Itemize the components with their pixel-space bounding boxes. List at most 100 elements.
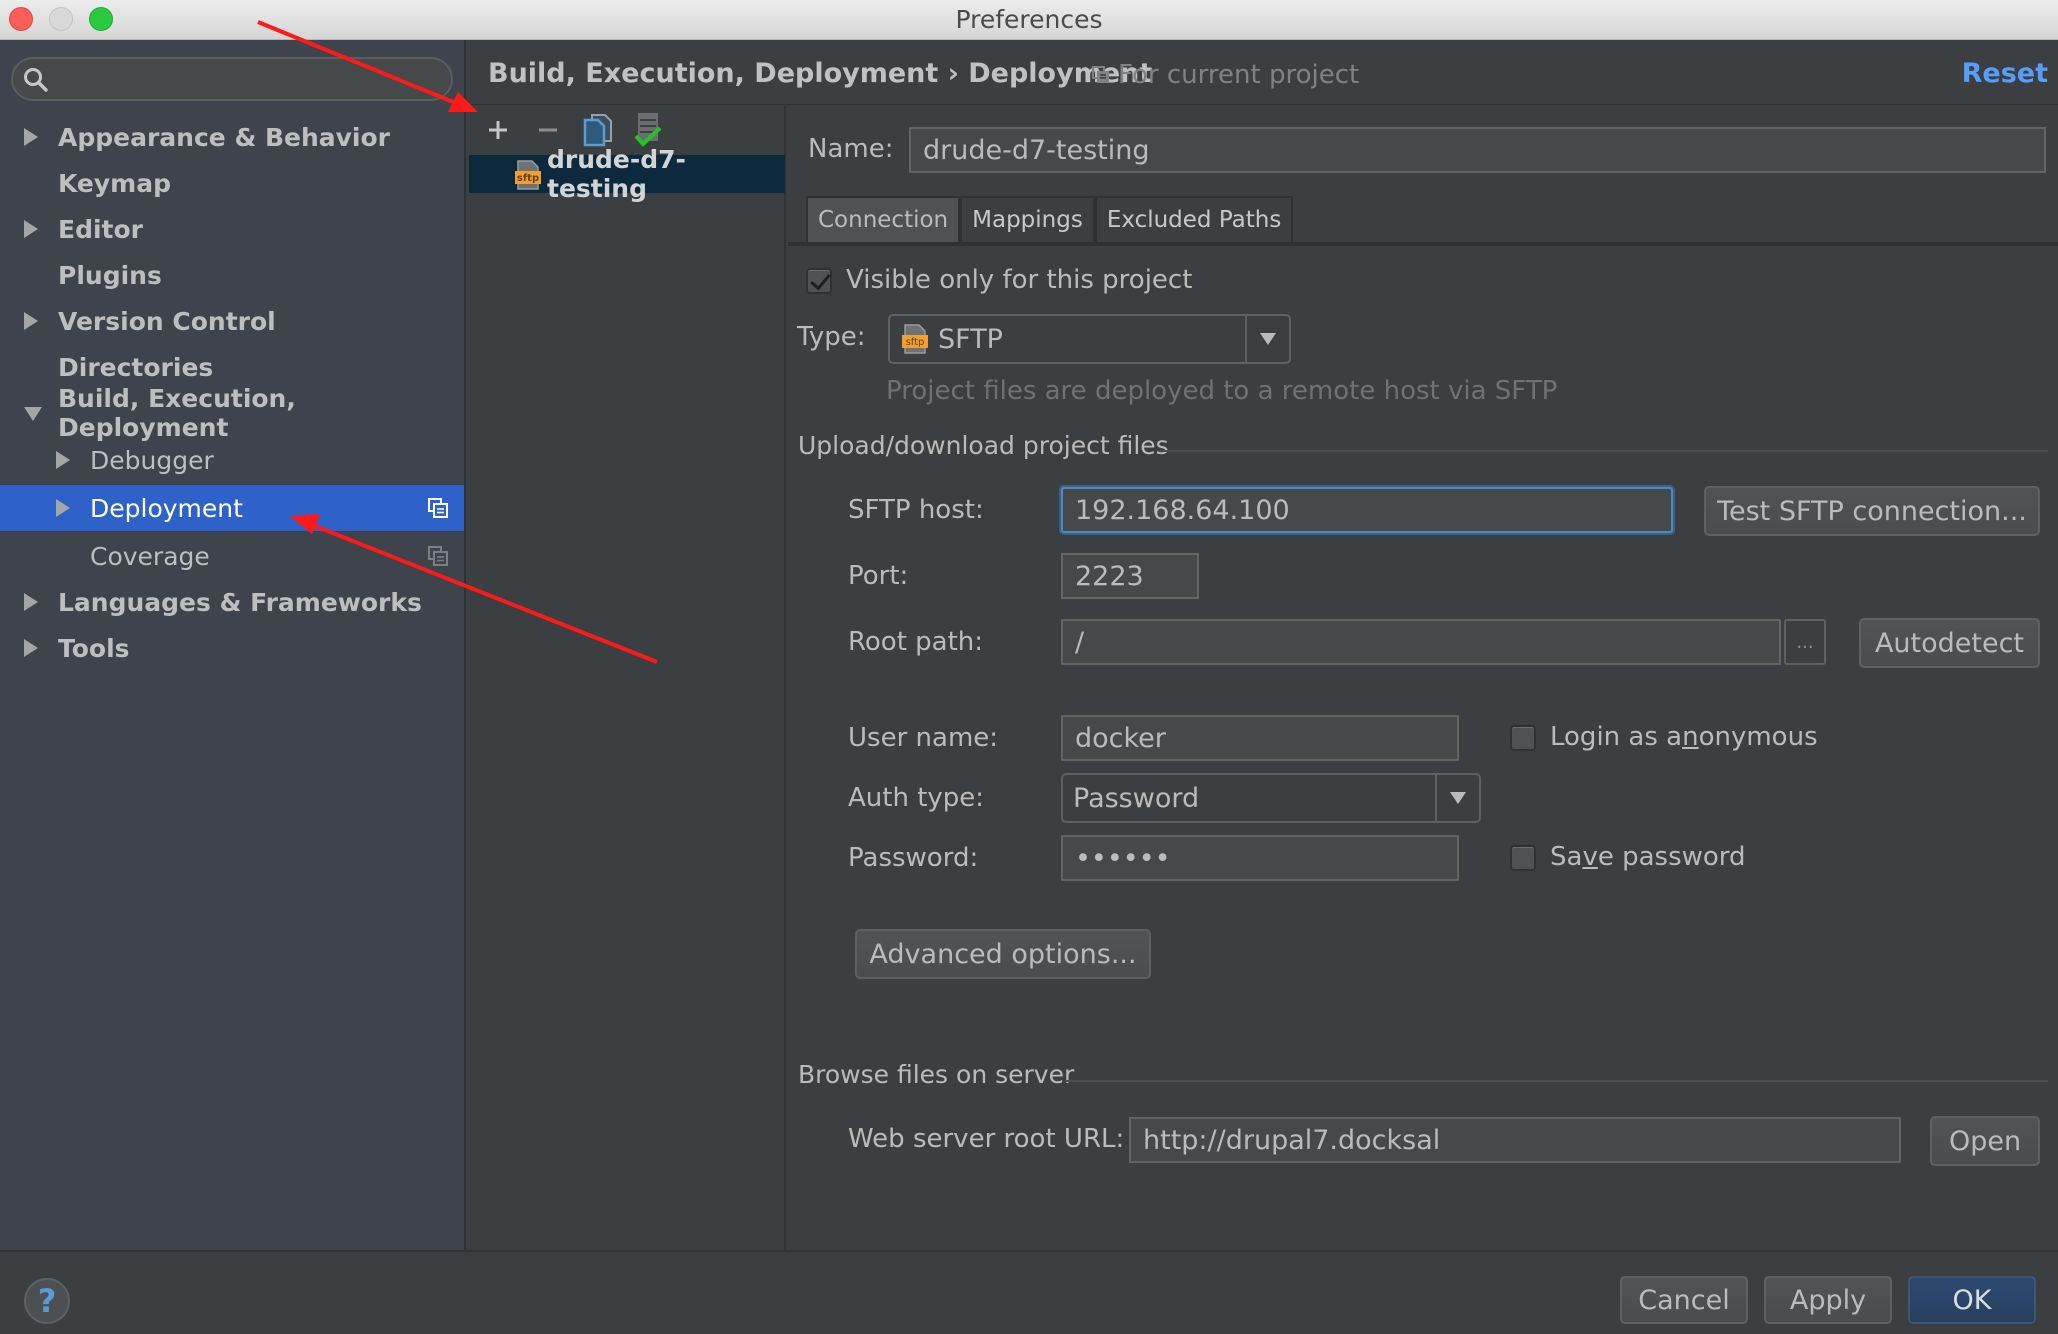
upload-section-title: Upload/download project files [798, 431, 1169, 460]
window-titlebar: Preferences [0, 0, 2058, 40]
sidebar-item-appearance-behavior[interactable]: Appearance & Behavior [0, 114, 464, 160]
root-path-label: Root path: [848, 627, 984, 657]
copy-icon [583, 114, 612, 147]
password-input[interactable]: •••••• [1061, 835, 1459, 881]
settings-search-input[interactable] [11, 57, 453, 101]
sidebar-item-label: Tools [58, 633, 130, 663]
browse-root-path-button[interactable]: ... [1784, 619, 1826, 665]
sftp-host-label: SFTP host: [848, 495, 984, 525]
sidebar-item-label: Appearance & Behavior [58, 122, 390, 152]
sidebar-item-build-execution-deployment[interactable]: Build, Execution, Deployment [0, 384, 464, 442]
project-level-icon [428, 498, 448, 518]
chevron-down-icon[interactable] [1245, 316, 1289, 362]
sidebar-item-languages-frameworks[interactable]: Languages & Frameworks [0, 579, 464, 625]
collapsed-arrow-icon[interactable] [56, 451, 70, 469]
remove-server-button[interactable] [530, 112, 566, 148]
login-anonymous-label: Login as anonymous [1550, 722, 1818, 752]
remove-icon [539, 128, 557, 132]
collapsed-arrow-icon[interactable] [24, 312, 38, 330]
apply-button[interactable]: Apply [1764, 1276, 1892, 1324]
sidebar-item-label: Directories [58, 352, 214, 382]
type-select[interactable]: sftp SFTP [888, 314, 1291, 364]
project-level-icon [428, 546, 448, 566]
sidebar-item-label: Build, Execution, Deployment [58, 384, 296, 442]
save-password-checkbox[interactable] [1510, 845, 1536, 871]
collapsed-arrow-icon[interactable] [24, 128, 38, 146]
sidebar-item-label: Deployment [90, 493, 243, 523]
tab-connection[interactable]: Connection [806, 196, 961, 242]
advanced-options-button[interactable]: Advanced options... [855, 929, 1151, 979]
sftp-host-input[interactable]: 192.168.64.100 [1061, 487, 1673, 533]
visible-only-checkbox[interactable] [806, 268, 832, 294]
tab-underline [788, 242, 2058, 246]
port-input[interactable]: 2223 [1061, 553, 1199, 599]
sftp-server-icon: sftp [515, 160, 541, 190]
root-path-input[interactable]: / [1061, 619, 1781, 665]
server-list-item[interactable]: sftp drude-d7-testing [469, 145, 785, 203]
login-anonymous-checkbox[interactable] [1510, 725, 1536, 751]
sftp-type-icon: sftp [902, 324, 928, 354]
collapsed-arrow-icon[interactable] [56, 499, 70, 517]
auth-type-select[interactable]: Password [1061, 773, 1481, 823]
sidebar-item-keymap[interactable]: Keymap [0, 160, 464, 206]
open-url-button[interactable]: Open [1930, 1116, 2040, 1166]
save-password-label: Save password [1550, 842, 1746, 872]
collapsed-arrow-icon[interactable] [24, 593, 38, 611]
use-as-default-button[interactable] [630, 112, 666, 148]
search-icon [24, 68, 48, 92]
footer-divider [0, 1250, 2058, 1252]
port-label: Port: [848, 561, 909, 591]
svg-text:sftp: sftp [517, 173, 539, 184]
visible-only-label: Visible only for this project [846, 265, 1193, 295]
sidebar-item-label: Editor [58, 214, 143, 244]
sidebar-item-editor[interactable]: Editor [0, 206, 464, 252]
user-name-input[interactable]: docker [1061, 715, 1459, 761]
server-name: drude-d7-testing [547, 145, 686, 203]
reset-link[interactable]: Reset [1962, 58, 2048, 89]
web-server-url-label: Web server root URL: [848, 1124, 1125, 1154]
name-label: Name: [808, 134, 894, 164]
password-label: Password: [848, 843, 979, 873]
autodetect-button[interactable]: Autodetect [1859, 618, 2040, 668]
type-hint: Project files are deployed to a remote h… [886, 376, 1558, 406]
breadcrumb: Build, Execution, Deployment › Deploymen… [488, 58, 1153, 89]
ok-button[interactable]: OK [1908, 1276, 2036, 1324]
sidebar-item-debugger[interactable]: Debugger [0, 437, 464, 483]
add-icon [489, 121, 507, 139]
web-server-url-input[interactable]: http://drupal7.docksal [1129, 1117, 1901, 1163]
scope-note-text: For current project [1118, 60, 1360, 90]
help-button[interactable]: ? [24, 1278, 70, 1324]
copy-server-button[interactable] [580, 112, 616, 148]
type-label: Type: [797, 322, 866, 352]
collapsed-arrow-icon[interactable] [24, 220, 38, 238]
sidebar-item-label: Coverage [90, 541, 210, 571]
sidebar-item-plugins[interactable]: Plugins [0, 252, 464, 298]
cancel-button[interactable]: Cancel [1620, 1276, 1748, 1324]
sidebar-item-label: Keymap [58, 168, 172, 198]
add-server-button[interactable] [480, 112, 516, 148]
test-sftp-connection-button[interactable]: Test SFTP connection... [1704, 486, 2040, 536]
server-settings-tabs: Connection Mappings Excluded Paths [806, 196, 1294, 242]
scope-note: For current project [1092, 60, 1359, 90]
section-divider [1065, 1080, 2048, 1082]
expanded-arrow-icon[interactable] [24, 407, 42, 421]
sidebar-item-version-control[interactable]: Version Control [0, 298, 464, 344]
sidebar-item-label: Languages & Frameworks [58, 587, 422, 617]
user-name-label: User name: [848, 723, 999, 753]
sidebar-item-deployment[interactable]: Deployment [0, 485, 464, 531]
sidebar-item-tools[interactable]: Tools [0, 625, 464, 671]
server-list-toolbar [480, 112, 666, 148]
collapsed-arrow-icon[interactable] [24, 639, 38, 657]
browse-section-title: Browse files on server [798, 1060, 1075, 1089]
server-name-input[interactable]: drude-d7-testing [909, 127, 2046, 173]
sidebar-item-label: Plugins [58, 260, 162, 290]
auth-type-value: Password [1073, 782, 1200, 814]
chevron-down-icon[interactable] [1435, 775, 1479, 821]
server-list-panel [468, 105, 786, 1250]
project-scope-icon [1092, 66, 1109, 83]
tab-excluded-paths[interactable]: Excluded Paths [1094, 196, 1294, 242]
window-title: Preferences [955, 5, 1103, 34]
sidebar-item-coverage[interactable]: Coverage [0, 533, 464, 579]
sidebar-item-label: Debugger [90, 445, 214, 475]
tab-mappings[interactable]: Mappings [960, 196, 1095, 242]
